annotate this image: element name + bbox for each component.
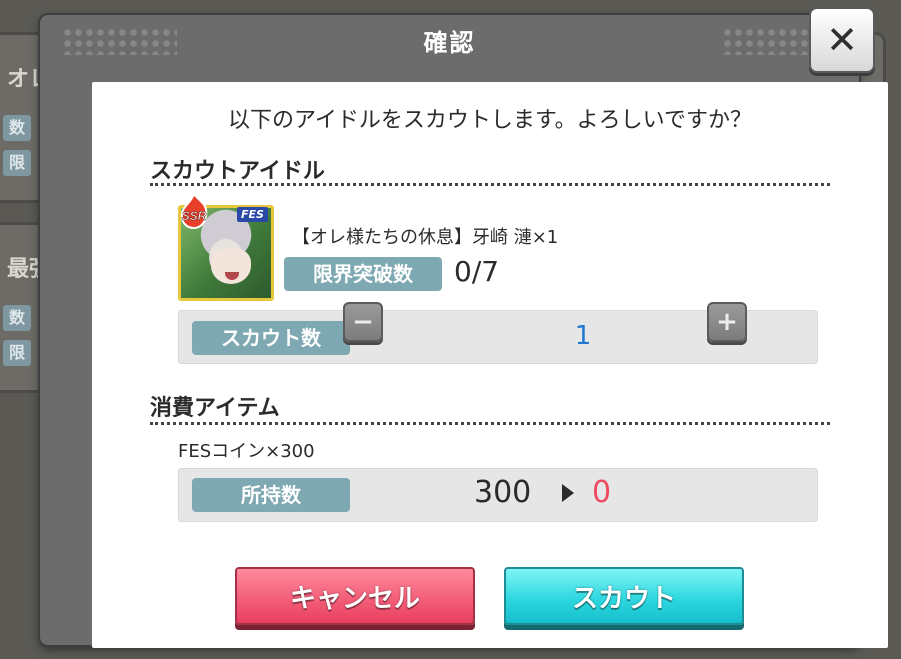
fes-badge: FES (237, 207, 268, 222)
section-divider (150, 422, 830, 425)
section-divider (150, 183, 830, 186)
confirm-prompt: 以下のアイドルをスカウトします。よろしいですか？ (227, 108, 753, 133)
consume-item-name: FESコイン×300 (178, 441, 315, 462)
background-chip: 数 (3, 305, 32, 331)
close-button[interactable]: ✕ (809, 7, 875, 73)
scout-count-value: 1 (574, 321, 592, 351)
background-chip: 限 (3, 340, 32, 366)
dialog-title: 確認 (423, 29, 476, 57)
ssr-rarity-icon: SSR (180, 192, 208, 230)
limit-break-label: 限界突破数 (284, 257, 442, 291)
scout-count-label: スカウト数 (192, 321, 350, 355)
scout-button-label: スカウト (571, 583, 676, 614)
decrease-count-button[interactable]: − (343, 302, 383, 342)
dialog-body: 以下のアイドルをスカウトします。よろしいですか？ スカウトアイドル SSR FE… (92, 82, 888, 648)
scout-button[interactable]: スカウト (504, 567, 744, 625)
increase-count-button[interactable]: + (707, 302, 747, 342)
scout-idol-section-title: スカウトアイドル (150, 159, 325, 184)
cancel-button[interactable]: キャンセル (235, 567, 475, 625)
arrow-right-icon (562, 484, 574, 502)
owned-after-value: 0 (592, 475, 612, 510)
background-chip: 限 (3, 150, 32, 176)
owned-count-label: 所持数 (192, 478, 350, 512)
background-chip: 数 (3, 115, 32, 141)
limit-break-value: 0/7 (454, 255, 500, 288)
dialog-title-bar: 確認 (40, 15, 859, 67)
rarity-label: SSR (182, 209, 207, 223)
consume-item-section-title: 消費アイテム (150, 396, 280, 421)
cancel-button-label: キャンセル (289, 583, 420, 614)
idol-name: 【オレ様たちの休息】牙崎 漣×1 (292, 227, 559, 248)
owned-before-value: 300 (474, 475, 532, 510)
close-icon: ✕ (826, 18, 858, 62)
